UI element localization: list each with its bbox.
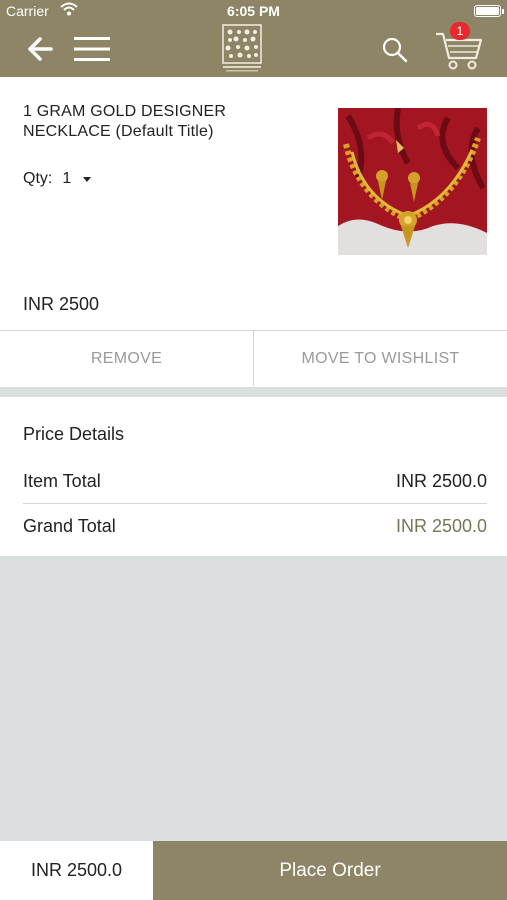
status-time: 6:05 PM — [227, 3, 280, 19]
product-title[interactable]: 1 GRAM GOLD DESIGNER NECKLACE (Default T… — [23, 102, 313, 142]
qty-value: 1 — [62, 170, 72, 187]
price-details-heading: Price Details — [23, 424, 125, 444]
grand-total-row: Grand Total INR 2500.0 — [23, 504, 487, 548]
menu-button[interactable] — [74, 36, 110, 62]
brand-logo-icon — [222, 24, 262, 72]
status-bar: Carrier 6:05 PM — [0, 0, 507, 22]
price-details-card: Price Details Item Total INR 2500.0 Gran… — [0, 397, 507, 556]
brand-logo[interactable] — [219, 24, 265, 74]
item-total-row: Item Total INR 2500.0 — [23, 460, 487, 504]
app-header: Carrier 6:05 PM 1 — [0, 0, 507, 77]
search-icon — [382, 37, 408, 63]
product-price: INR 2500 — [23, 294, 100, 314]
quantity-selector[interactable]: Qty: 1 — [23, 170, 92, 188]
move-to-wishlist-button[interactable]: MOVE TO WISHLIST — [253, 331, 507, 386]
remove-button[interactable]: REMOVE — [0, 331, 253, 386]
item-total-label: Item Total — [23, 471, 101, 491]
dropdown-caret-icon — [83, 176, 92, 182]
grand-total-label: Grand Total — [23, 515, 116, 536]
place-order-button[interactable]: Place Order — [153, 841, 507, 900]
hamburger-icon — [74, 37, 110, 61]
search-button[interactable] — [381, 36, 409, 64]
cart-count-badge: 1 — [450, 22, 470, 40]
grand-total-value: INR 2500.0 — [395, 515, 487, 536]
back-button[interactable] — [26, 35, 54, 63]
cart-item-actions: REMOVE MOVE TO WISHLIST — [0, 330, 507, 386]
order-total: INR 2500.0 — [0, 841, 153, 900]
item-total-value: INR 2500.0 — [395, 471, 487, 491]
battery-icon — [474, 5, 504, 17]
qty-label: Qty: — [23, 170, 53, 187]
arrow-left-icon — [28, 37, 53, 61]
cart-item-card: 1 GRAM GOLD DESIGNER NECKLACE (Default T… — [0, 77, 507, 387]
checkout-bar: INR 2500.0 Place Order — [0, 841, 507, 900]
necklace-product-image — [338, 108, 487, 255]
product-image[interactable] — [338, 108, 487, 255]
